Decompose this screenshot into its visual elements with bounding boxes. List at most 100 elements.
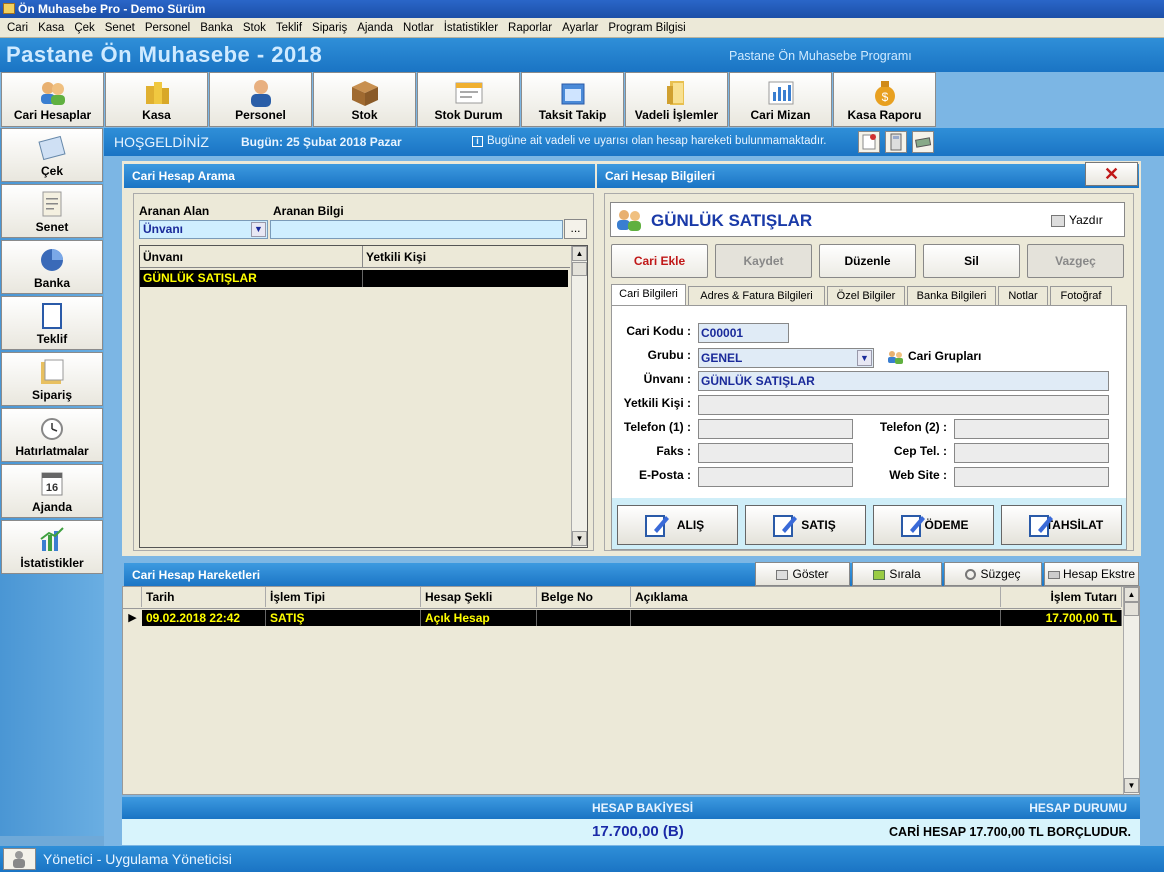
edit-button[interactable]: Düzenle [819,244,916,278]
scroll-thumb[interactable] [1124,602,1139,616]
sidebar-item-ajanda[interactable]: 16 Ajanda [1,464,103,518]
menu-senet[interactable]: Senet [100,22,140,34]
code-field[interactable]: C00001 [698,323,789,343]
user-avatar[interactable] [3,848,36,870]
movements-scrollbar[interactable]: ▲ ▼ [1123,587,1139,794]
table-cell[interactable]: SATIŞ [266,610,421,626]
groups-link[interactable]: Cari Grupları [887,349,981,364]
money-icon[interactable] [912,131,934,153]
scroll-up-icon[interactable]: ▲ [1124,587,1139,602]
stok-button[interactable]: Stok [313,72,416,127]
col-tarih[interactable]: Tarih [142,587,266,607]
menu-banka[interactable]: Banka [195,22,238,34]
tab-cari-bilgileri[interactable]: Cari Bilgileri [611,284,686,306]
phone1-field[interactable] [698,419,853,439]
grid-header-unvani[interactable]: Ünvanı [140,246,363,268]
phone2-field[interactable] [954,419,1109,439]
mobile-field[interactable] [954,443,1109,463]
table-row[interactable]: GÜNLÜK SATIŞLAR [140,270,568,287]
cancel-button[interactable]: Vazgeç [1027,244,1124,278]
menu-raporlar[interactable]: Raporlar [503,22,557,34]
tahsilat-button[interactable]: TAHSİLAT [1001,505,1122,545]
menu-program-bilgisi[interactable]: Program Bilgisi [603,22,690,34]
menu-kasa[interactable]: Kasa [33,22,69,34]
col-belge-no[interactable]: Belge No [537,587,631,607]
calculator-icon[interactable] [885,131,907,153]
table-row[interactable]: 09.02.2018 22:42 [142,610,266,626]
tab-adres-fatura[interactable]: Adres & Fatura Bilgileri [688,286,825,306]
search-field-select[interactable]: Ünvanı ▼ [139,220,268,239]
menu-cek[interactable]: Çek [69,22,99,34]
add-account-button[interactable]: Cari Ekle [611,244,708,278]
tab-notlar[interactable]: Notlar [998,286,1048,306]
taksit-takip-button[interactable]: Taksit Takip [521,72,624,127]
search-panel-header: Cari Hesap Arama [124,164,595,188]
stok-durum-button[interactable]: Stok Durum [417,72,520,127]
sidebar-item-hatirlatmalar[interactable]: Hatırlatmalar [1,408,103,462]
table-cell[interactable] [537,610,631,626]
cari-hesaplar-button[interactable]: Cari Hesaplar [1,72,104,127]
scroll-up-icon[interactable]: ▲ [572,246,587,261]
table-cell[interactable]: 17.700,00 TL [1001,610,1122,626]
pen-note-icon [901,515,925,537]
cari-mizan-button[interactable]: Cari Mizan [729,72,832,127]
browse-button[interactable]: ... [564,219,587,239]
grid-header-yetkili[interactable]: Yetkili Kişi [363,246,570,268]
group-select[interactable]: GENEL ▼ [698,348,874,368]
kasa-button[interactable]: Kasa [105,72,208,127]
close-button[interactable]: ✕ [1085,162,1138,186]
search-input[interactable] [270,220,563,239]
col-hesap-sekli[interactable]: Hesap Şekli [421,587,537,607]
reminder-icon[interactable] [858,131,880,153]
menu-cari[interactable]: Cari [2,22,33,34]
table-cell[interactable]: Açık Hesap [421,610,537,626]
tab-fotograf[interactable]: Fotoğraf [1050,286,1112,306]
col-islem-tutari[interactable]: İşlem Tutarı [1001,587,1122,607]
statement-button[interactable]: Hesap Ekstre [1044,562,1139,586]
email-field[interactable] [698,467,853,487]
sidebar-item-cek[interactable]: Çek [1,128,103,182]
sort-button[interactable]: Sırala [852,562,942,586]
contact-field[interactable] [698,395,1109,415]
delete-button[interactable]: Sil [923,244,1020,278]
sidebar-item-senet[interactable]: Senet [1,184,103,238]
menu-personel[interactable]: Personel [140,22,195,34]
scroll-down-icon[interactable]: ▼ [1124,778,1139,793]
alis-button[interactable]: ALIŞ [617,505,738,545]
sidebar-item-istatistikler[interactable]: İstatistikler [1,520,103,574]
sidebar-item-banka[interactable]: Banka [1,240,103,294]
vertical-scrollbar[interactable]: ▲ ▼ [571,246,587,547]
chevron-down-icon[interactable]: ▼ [251,222,266,237]
day-calendar-icon: 16 [41,472,63,496]
fax-field[interactable] [698,443,853,463]
tab-ozel-bilgiler[interactable]: Özel Bilgiler [827,286,905,306]
save-button[interactable]: Kaydet [715,244,812,278]
sidebar-item-siparis[interactable]: Sipariş [1,352,103,406]
sidebar-item-teklif[interactable]: Teklif [1,296,103,350]
window-title: Ön Muhasebe Pro - Demo Sürüm [18,2,206,16]
scroll-thumb[interactable] [572,262,587,276]
scroll-down-icon[interactable]: ▼ [572,531,587,546]
menu-siparis[interactable]: Sipariş [307,22,352,34]
title-field[interactable]: GÜNLÜK SATIŞLAR [698,371,1109,391]
col-aciklama[interactable]: Açıklama [631,587,1001,607]
print-button[interactable]: Yazdır [1051,208,1119,232]
tab-banka-bilgileri[interactable]: Banka Bilgileri [907,286,996,306]
show-button[interactable]: Göster [755,562,850,586]
menu-ayarlar[interactable]: Ayarlar [557,22,603,34]
odeme-button[interactable]: ÖDEME [873,505,994,545]
satis-button[interactable]: SATIŞ [745,505,866,545]
chevron-down-icon[interactable]: ▼ [857,350,872,366]
menu-notlar[interactable]: Notlar [398,22,439,34]
menu-stok[interactable]: Stok [238,22,271,34]
kasa-raporu-button[interactable]: $ Kasa Raporu [833,72,936,127]
filter-button[interactable]: Süzgeç [944,562,1042,586]
menu-istatistikler[interactable]: İstatistikler [439,22,503,34]
personel-button[interactable]: Personel [209,72,312,127]
menu-teklif[interactable]: Teklif [271,22,307,34]
web-field[interactable] [954,467,1109,487]
vadeli-islemler-button[interactable]: Vadeli İşlemler [625,72,728,127]
col-islem-tipi[interactable]: İşlem Tipi [266,587,421,607]
table-cell[interactable] [631,610,1001,626]
menu-ajanda[interactable]: Ajanda [352,22,398,34]
